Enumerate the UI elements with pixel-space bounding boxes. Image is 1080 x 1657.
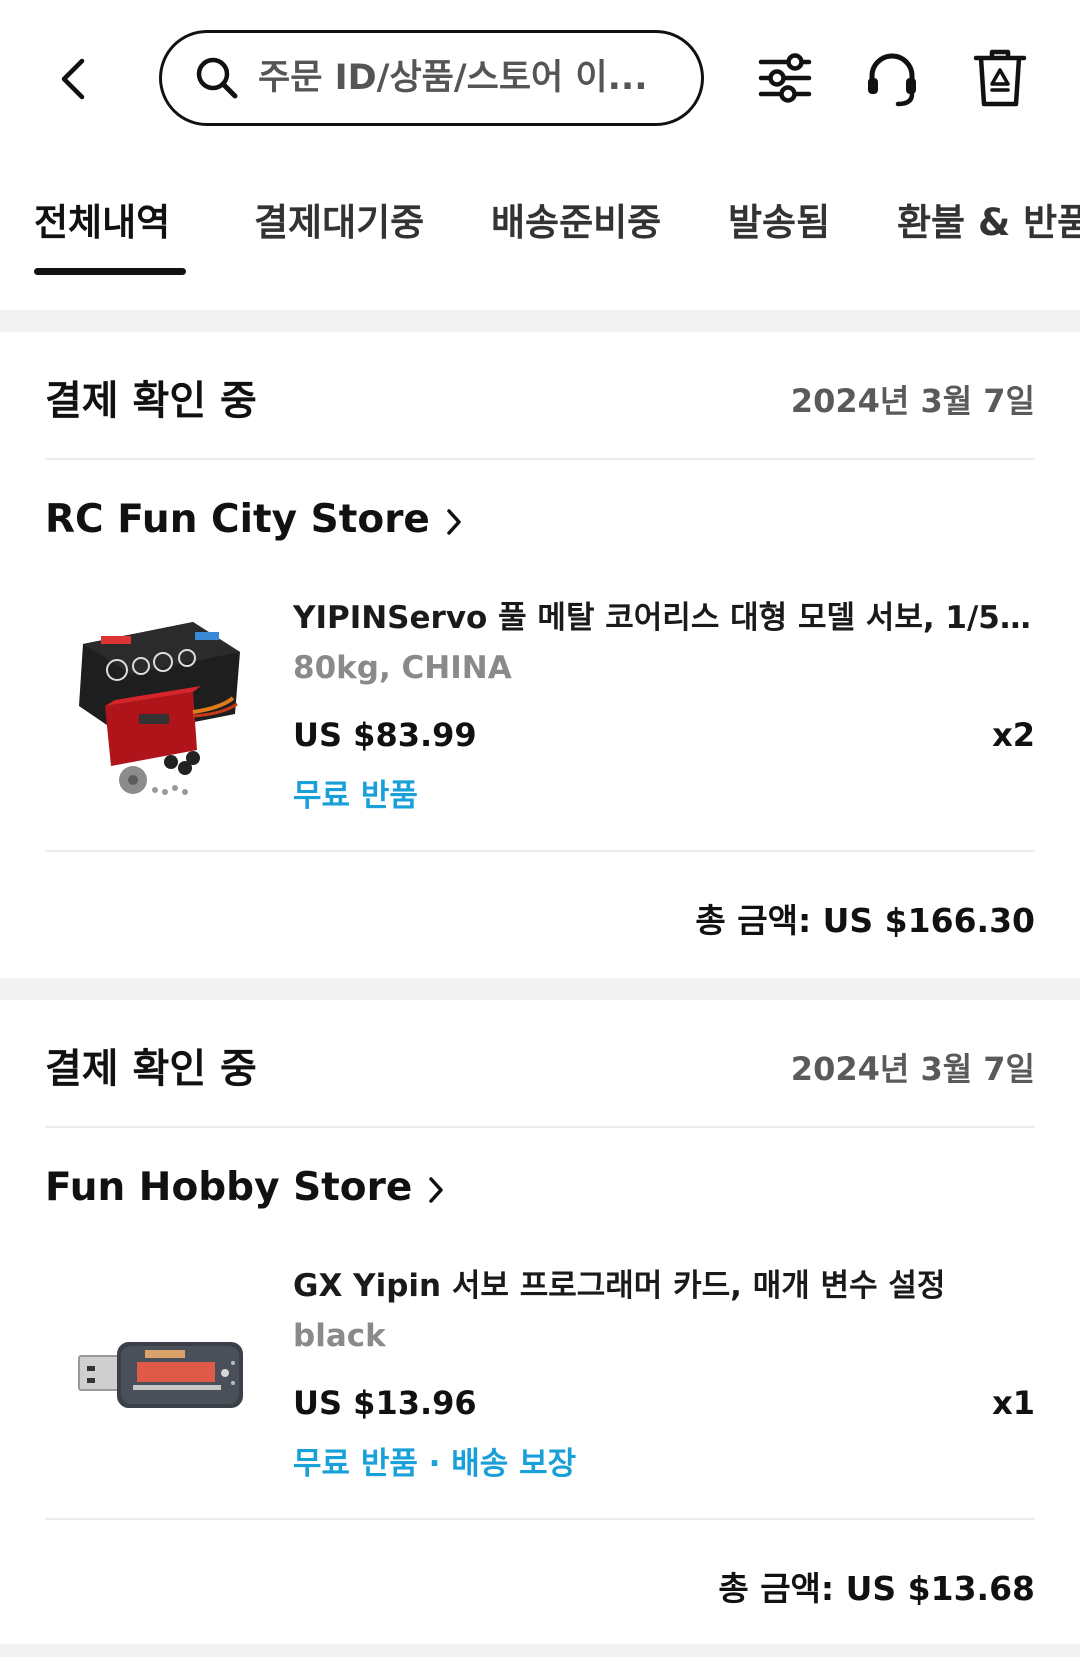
chevron-left-icon xyxy=(61,58,85,100)
product-image[interactable] xyxy=(45,602,275,817)
sliders-icon xyxy=(758,53,812,103)
product-quantity: x1 xyxy=(992,1384,1035,1422)
tab-preparing-shipment[interactable]: 배송준비중 xyxy=(491,192,661,246)
product-benefits: 무료 반품 · 배송 보장 xyxy=(293,1446,577,1482)
order-date: 2024년 3월 7일 xyxy=(790,382,1035,420)
product-quantity: x2 xyxy=(992,716,1035,754)
chevron-right-icon xyxy=(447,508,461,535)
headset-icon xyxy=(868,53,916,107)
recycle-bin-button[interactable] xyxy=(970,46,1030,110)
product-benefits: 무료 반품 xyxy=(293,778,418,814)
divider xyxy=(45,458,1035,460)
product-variant: 80kg, CHINA xyxy=(293,650,512,686)
order-status: 결제 확인 중 xyxy=(45,378,257,424)
store-name: Fun Hobby Store xyxy=(45,1165,413,1210)
divider xyxy=(45,850,1035,852)
store-name: RC Fun City Store xyxy=(45,497,430,542)
search-icon xyxy=(196,57,238,99)
order-total: 총 금액: US $13.68 xyxy=(718,1569,1035,1608)
divider xyxy=(45,1126,1035,1128)
order-card[interactable]: 결제 확인 중 2024년 3월 7일 RC Fun City Store YI… xyxy=(0,332,1080,978)
product-title[interactable]: YIPINServo 풀 메탈 코어리스 대형 모델 서보, 1/5 1/... xyxy=(293,592,1035,637)
support-button[interactable] xyxy=(862,46,922,110)
product-price: US $13.96 xyxy=(293,1384,477,1422)
order-status-tabs: 전체내역 결제대기중 배송준비중 발송됨 환불 & 반품 xyxy=(0,160,1080,310)
order-status: 결제 확인 중 xyxy=(45,1046,257,1092)
order-total: 총 금액: US $166.30 xyxy=(695,901,1035,940)
chevron-right-icon xyxy=(429,1176,444,1203)
search-input[interactable] xyxy=(258,47,678,109)
product-price: US $83.99 xyxy=(293,716,477,754)
tab-awaiting-payment[interactable]: 결제대기중 xyxy=(254,192,424,246)
product-title[interactable]: GX Yipin 서보 프로그래머 카드, 매개 변수 설정 xyxy=(293,1260,1035,1305)
tab-all[interactable]: 전체내역 xyxy=(34,192,170,246)
store-link[interactable]: Fun Hobby Store xyxy=(45,1165,446,1210)
recycle-bin-icon xyxy=(973,49,1027,107)
store-link[interactable]: RC Fun City Store xyxy=(45,497,464,542)
top-bar xyxy=(0,0,1080,160)
product-variant: black xyxy=(293,1318,386,1354)
filter-button[interactable] xyxy=(755,46,815,110)
servo-product-image xyxy=(45,602,275,817)
product-image[interactable] xyxy=(45,1270,275,1485)
order-date: 2024년 3월 7일 xyxy=(790,1050,1035,1088)
tab-shipped[interactable]: 발송됨 xyxy=(728,192,830,246)
back-button[interactable] xyxy=(52,52,102,106)
tab-refund-return[interactable]: 환불 & 반품 xyxy=(897,192,1080,246)
search-box[interactable] xyxy=(159,30,704,126)
servo-programmer-product-image xyxy=(45,1270,275,1485)
active-tab-indicator xyxy=(34,268,186,275)
order-card[interactable]: 결제 확인 중 2024년 3월 7일 Fun Hobby Store GX Y… xyxy=(0,1000,1080,1644)
divider xyxy=(45,1518,1035,1520)
